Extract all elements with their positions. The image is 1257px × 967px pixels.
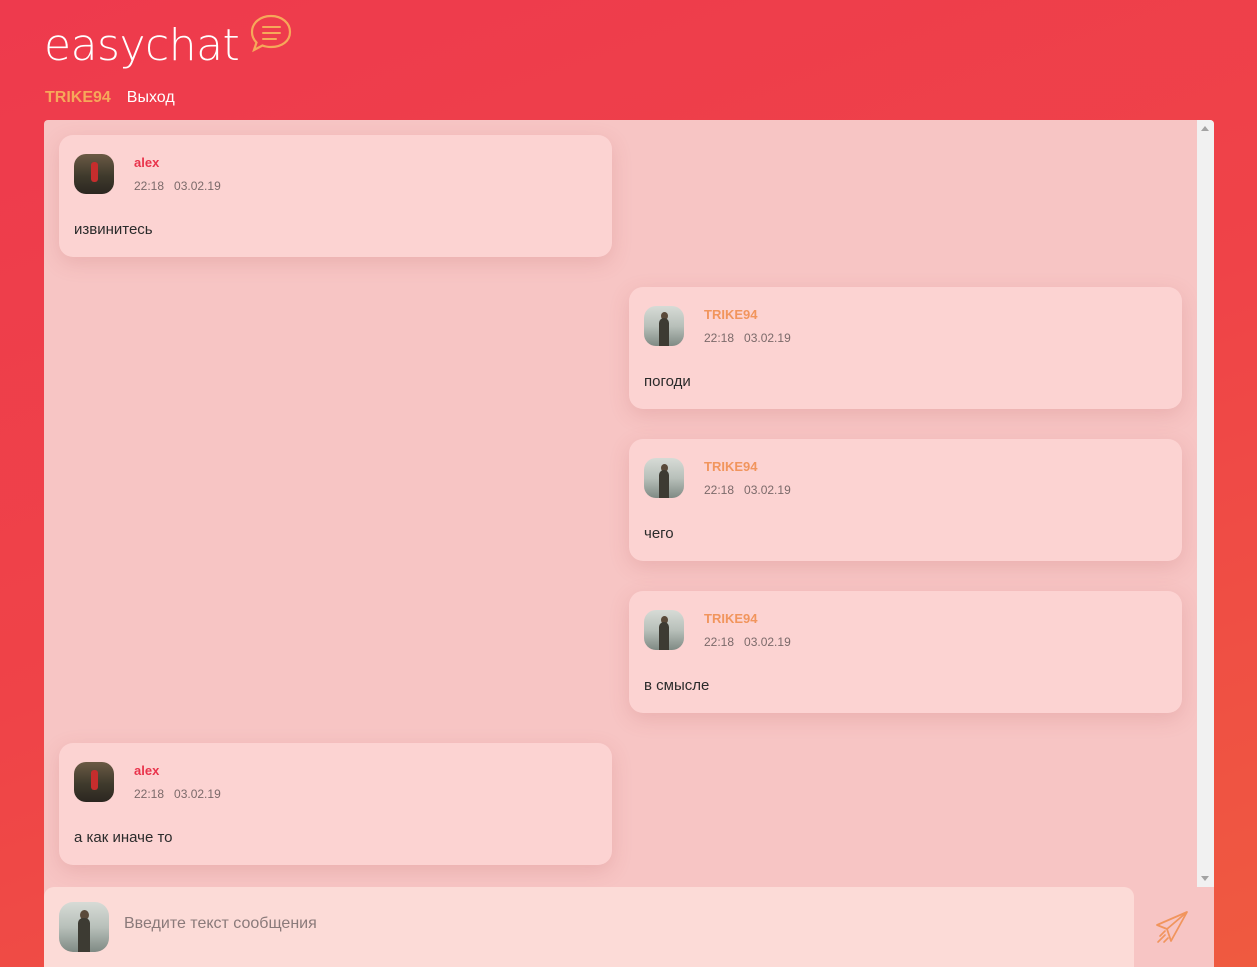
message-timestamp: 22:18 03.02.19 xyxy=(134,787,221,801)
logout-link[interactable]: Выход xyxy=(127,88,175,108)
app-logo[interactable]: easychat xyxy=(44,14,293,78)
message-text: в смысле xyxy=(644,677,710,694)
current-username[interactable]: TRIKE94 xyxy=(45,88,111,108)
message-timestamp: 22:18 03.02.19 xyxy=(704,331,791,345)
message-timestamp: 22:18 03.02.19 xyxy=(704,635,791,649)
message-time: 22:18 xyxy=(704,483,735,497)
message-time: 22:18 xyxy=(704,331,735,345)
scroll-down-arrow-icon[interactable] xyxy=(1201,876,1209,881)
message-text: извинитесь xyxy=(74,221,153,238)
message-text: погоди xyxy=(644,373,691,390)
message-author[interactable]: TRIKE94 xyxy=(704,307,757,323)
message-card: TRIKE94 22:18 03.02.19 чего xyxy=(629,439,1182,561)
message-date: 03.02.19 xyxy=(174,787,221,801)
message-composer xyxy=(44,887,1214,967)
message-card: TRIKE94 22:18 03.02.19 в смысле xyxy=(629,591,1182,713)
message-input[interactable] xyxy=(124,915,1104,933)
message-text: а как иначе то xyxy=(74,829,173,846)
message-author[interactable]: alex xyxy=(134,155,159,171)
chat-bubble-icon xyxy=(251,14,292,53)
avatar xyxy=(644,306,684,346)
avatar xyxy=(644,458,684,498)
message-card: alex 22:18 03.02.19 а как иначе то xyxy=(59,743,612,865)
message-date: 03.02.19 xyxy=(174,179,221,193)
message-date: 03.02.19 xyxy=(744,331,791,345)
message-time: 22:18 xyxy=(134,179,165,193)
message-card: alex 22:18 03.02.19 извинитесь xyxy=(59,135,612,257)
logo-text: easychat xyxy=(44,20,240,71)
message-list[interactable]: alex 22:18 03.02.19 извинитесь TRIKE94 22… xyxy=(44,120,1214,887)
message-author[interactable]: TRIKE94 xyxy=(704,611,757,627)
message-card: TRIKE94 22:18 03.02.19 погоди xyxy=(629,287,1182,409)
message-date: 03.02.19 xyxy=(744,635,791,649)
avatar xyxy=(74,762,114,802)
message-author[interactable]: TRIKE94 xyxy=(704,459,757,475)
message-author[interactable]: alex xyxy=(134,763,159,779)
avatar xyxy=(644,610,684,650)
message-time: 22:18 xyxy=(704,635,735,649)
avatar xyxy=(74,154,114,194)
paper-plane-icon[interactable] xyxy=(1154,909,1190,945)
scroll-up-arrow-icon[interactable] xyxy=(1201,126,1209,131)
top-nav: TRIKE94 Выход xyxy=(45,88,175,108)
message-text: чего xyxy=(644,525,674,542)
avatar xyxy=(59,902,109,952)
composer-box xyxy=(44,887,1134,967)
message-date: 03.02.19 xyxy=(744,483,791,497)
message-timestamp: 22:18 03.02.19 xyxy=(704,483,791,497)
message-timestamp: 22:18 03.02.19 xyxy=(134,179,221,193)
message-time: 22:18 xyxy=(134,787,165,801)
scrollbar[interactable] xyxy=(1197,120,1214,887)
